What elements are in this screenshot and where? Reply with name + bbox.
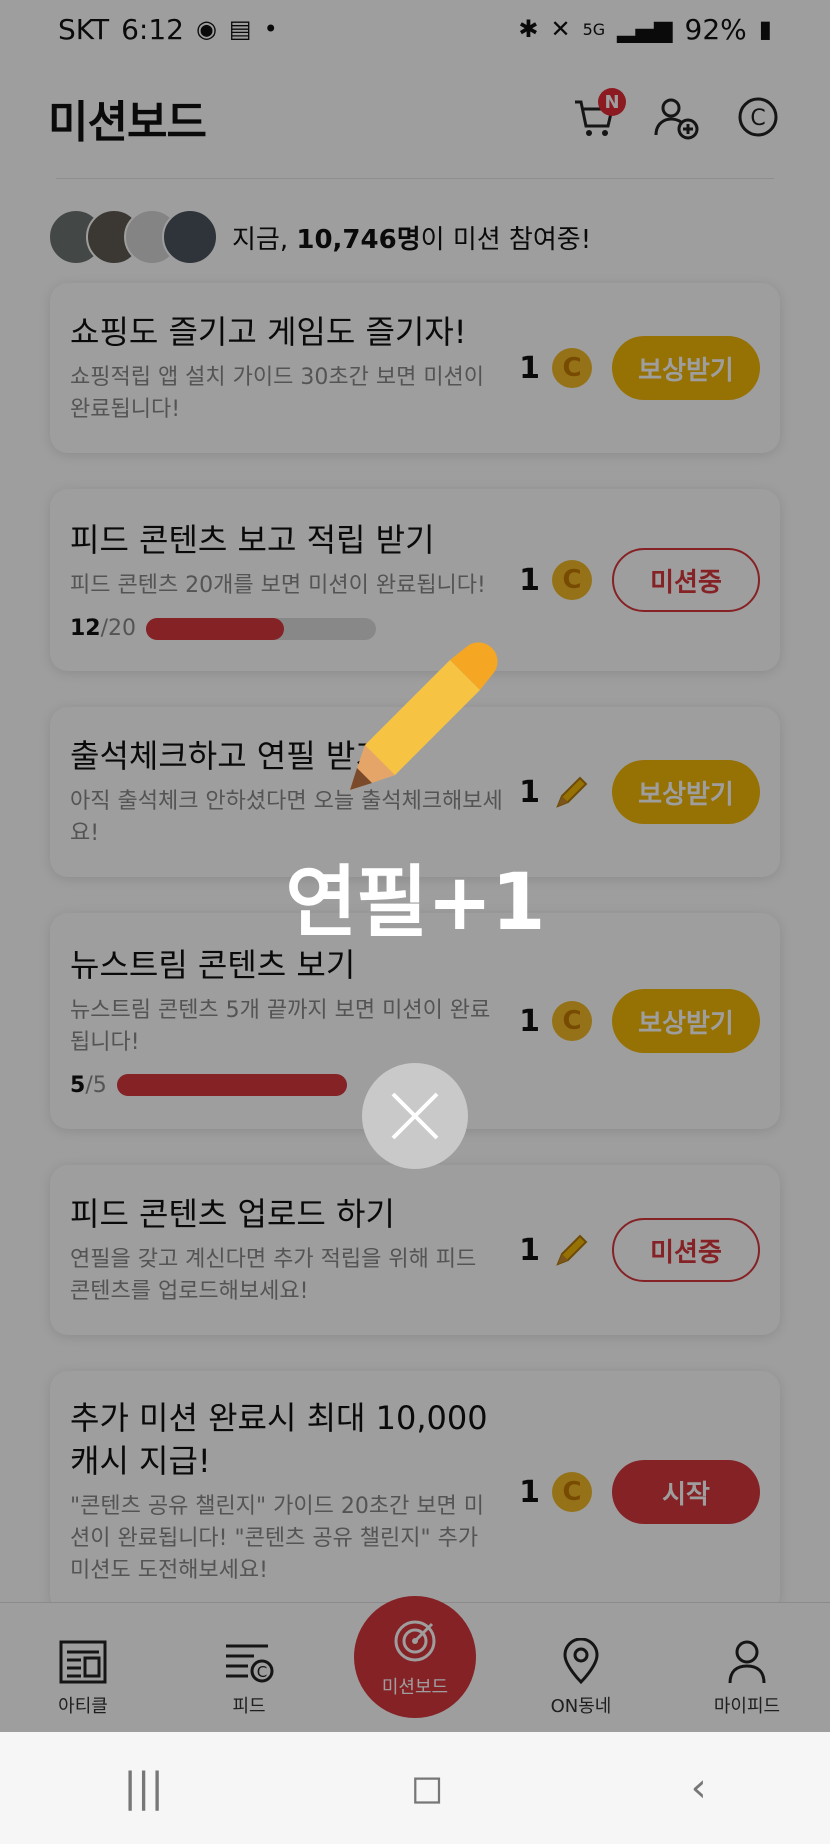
system-navigation-bar: ||| ◻ ‹ (0, 1732, 830, 1844)
close-icon (391, 1092, 439, 1140)
pencil-icon (350, 642, 498, 790)
home-button[interactable]: ◻ (411, 1765, 444, 1811)
back-button[interactable]: ‹ (691, 1765, 707, 1811)
close-popup-button[interactable] (362, 1063, 468, 1169)
recent-apps-button[interactable]: ||| (123, 1765, 163, 1811)
reward-popup-overlay[interactable]: 연필+1 (0, 0, 830, 1732)
reward-popup-text: 연필+1 (285, 858, 545, 948)
